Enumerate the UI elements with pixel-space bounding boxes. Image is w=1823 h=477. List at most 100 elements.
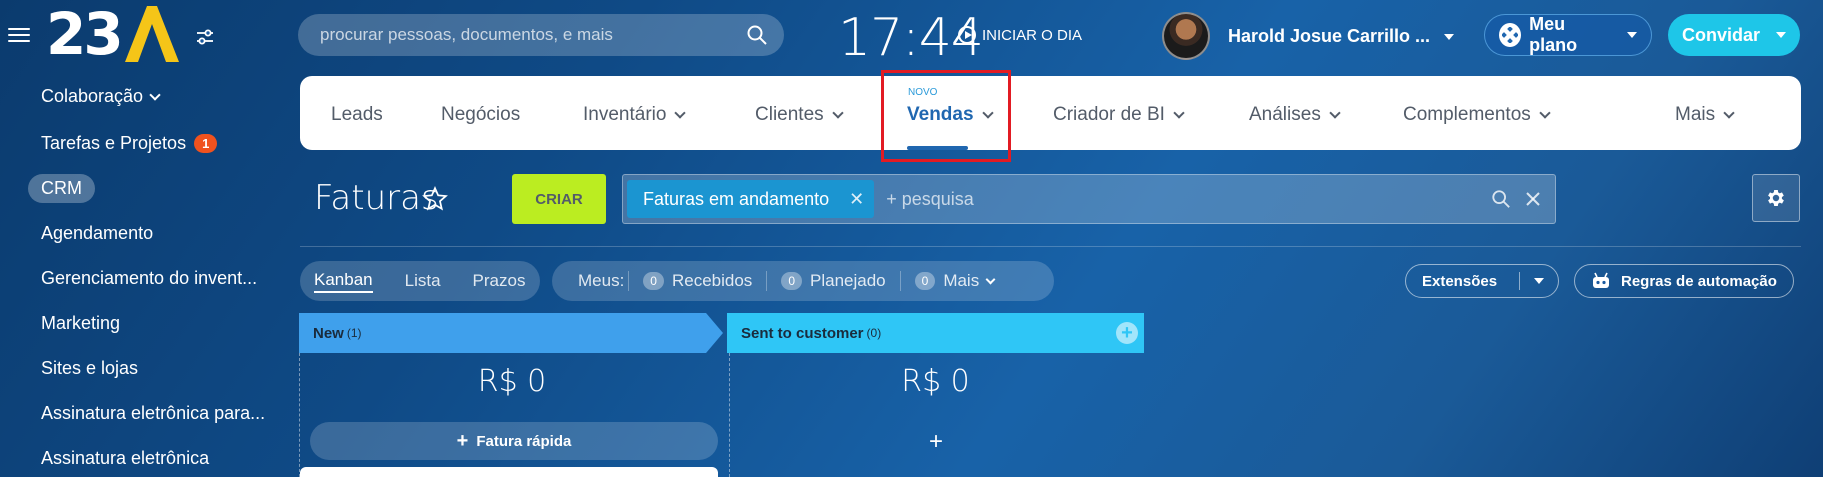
counter-label: Planejado (810, 271, 886, 290)
user-menu[interactable]: Harold Josue Carrillo ... (1228, 26, 1455, 47)
sidebar-item-inventory[interactable]: Gerenciamento do invent... (41, 268, 257, 289)
extensions-label: Extensões (1422, 272, 1498, 290)
create-button[interactable]: CRIAR (512, 174, 606, 224)
chevron-down-icon (985, 274, 996, 284)
quick-invoice-button[interactable]: + Fatura rápida (310, 422, 718, 460)
sidebar-item-label: Agendamento (41, 223, 154, 243)
counter-value: 0 (643, 272, 664, 290)
sidebar-item-label: Tarefas e Projetos (41, 133, 187, 153)
tab-deals[interactable]: Negócios (441, 104, 520, 126)
extensions-button[interactable]: Extensões (1405, 264, 1559, 298)
column-title: Sent to customer (741, 324, 864, 342)
menu-icon[interactable] (8, 24, 30, 46)
sidebar-item-label: Marketing (41, 313, 121, 333)
plus-icon: + (456, 429, 469, 452)
clear-icon[interactable] (1525, 191, 1541, 207)
sidebar-item-label: Assinatura eletrônica (41, 448, 210, 468)
kanban-card[interactable] (300, 467, 718, 477)
chevron-down-icon (1444, 33, 1455, 40)
column-sum: R$ 0 (901, 364, 970, 399)
tab-label: Leads (331, 104, 383, 125)
tab-clients[interactable]: Clientes (755, 104, 844, 126)
start-day-label: INICIAR O DIA (982, 26, 1083, 44)
user-name: Harold Josue Carrillo ... (1228, 26, 1431, 46)
counter-label: Recebidos (671, 271, 753, 290)
tab-label: Análises (1249, 104, 1321, 125)
view-kanban[interactable]: Kanban (314, 270, 373, 293)
add-item-button[interactable]: + (922, 428, 950, 456)
chevron-down-icon (1776, 32, 1786, 38)
tab-label: Clientes (755, 104, 824, 125)
search-input[interactable] (320, 25, 746, 45)
counters-label: Meus: (578, 271, 625, 290)
my-plan-button[interactable]: Meu plano (1484, 14, 1652, 56)
chevron-down-icon[interactable] (1534, 278, 1544, 284)
start-day-button[interactable]: INICIAR O DIA (958, 26, 1082, 44)
quick-invoice-label: Fatura rápida (476, 432, 572, 450)
chevron-down-icon (149, 88, 161, 101)
filter-search-input[interactable]: + pesquisa (886, 189, 1491, 210)
counter-received[interactable]: 0 Recebidos (628, 271, 766, 291)
column-count: (0) (866, 326, 882, 340)
tab-bi-builder[interactable]: Criador de BI (1053, 104, 1185, 126)
search-icon[interactable] (1491, 189, 1511, 209)
tab-more[interactable]: Mais (1675, 104, 1735, 126)
add-column-icon[interactable]: + (1116, 322, 1138, 344)
sidebar-item-label: Gerenciamento do invent... (41, 268, 258, 288)
sidebar-item-esign-hr[interactable]: Assinatura eletrônica para... (41, 403, 265, 424)
counter-value: 0 (781, 272, 802, 290)
play-icon (958, 26, 976, 44)
counter-more[interactable]: 0 Mais (899, 271, 1009, 291)
search-icon[interactable] (746, 24, 768, 46)
view-deadlines[interactable]: Prazos (473, 271, 526, 291)
logo-text: 23 (46, 0, 124, 68)
tab-addons[interactable]: Complementos (1403, 104, 1551, 126)
counter-planned[interactable]: 0 Planejado (766, 271, 899, 291)
sidebar-item-label: Assinatura eletrônica para... (41, 403, 266, 423)
filter-tag[interactable]: Faturas em andamento ✕ (627, 180, 875, 218)
invite-button[interactable]: Convidar (1668, 14, 1800, 56)
chevron-down-icon (1329, 107, 1341, 119)
star-icon[interactable] (422, 186, 448, 212)
avatar[interactable] (1162, 12, 1210, 60)
logo[interactable]: 23 (46, 4, 181, 64)
tab-label: Mais (1675, 104, 1716, 125)
chevron-down-icon (831, 107, 844, 119)
sidebar-item-crm[interactable]: CRM (28, 174, 95, 203)
filter-search-box[interactable]: Faturas em andamento ✕ + pesquisa (622, 174, 1556, 224)
kanban-column-sent-header[interactable]: Sent to customer (0) + (727, 313, 1144, 353)
sidebar-item-label: Sites e lojas (41, 358, 139, 378)
sidebar-item-esign[interactable]: Assinatura eletrônica (41, 448, 209, 469)
automation-rules-button[interactable]: Regras de automação (1574, 264, 1794, 298)
crm-nav-bar: Leads Negócios Inventário Clientes NOVO … (300, 76, 1801, 150)
plan-icon (1499, 23, 1522, 47)
tab-label: Complementos (1403, 104, 1531, 125)
sidebar-item-scheduling[interactable]: Agendamento (41, 223, 153, 244)
sidebar-item-tasks[interactable]: Tarefas e Projetos 1 (41, 133, 218, 154)
tab-label: Criador de BI (1053, 104, 1165, 125)
global-search[interactable] (298, 14, 784, 56)
invite-label: Convidar (1681, 24, 1760, 45)
chevron-down-icon (1627, 32, 1637, 38)
settings-sliders-icon[interactable] (194, 26, 216, 48)
logo-mark-icon (124, 6, 179, 62)
column-count: (1) (346, 326, 362, 340)
chevron-down-icon (674, 107, 687, 119)
chevron-down-icon (1539, 107, 1551, 119)
my-plan-label: Meu plano (1529, 14, 1578, 55)
settings-button[interactable] (1752, 174, 1800, 222)
column-title: New (313, 324, 344, 342)
kanban-column-new-header[interactable]: New (1) (299, 313, 723, 353)
tab-analytics[interactable]: Análises (1249, 104, 1341, 126)
tab-leads[interactable]: Leads (331, 104, 383, 126)
counter-value: 0 (914, 272, 936, 290)
sidebar-item-marketing[interactable]: Marketing (41, 313, 120, 334)
tab-label: Negócios (441, 104, 521, 125)
view-list[interactable]: Lista (405, 271, 441, 291)
counter-label: Mais (943, 271, 980, 290)
sidebar-item-sites[interactable]: Sites e lojas (41, 358, 138, 379)
highlight-box (881, 70, 1011, 162)
remove-filter-icon[interactable]: ✕ (849, 189, 864, 210)
sidebar-item-collaboration[interactable]: Colaboração (41, 86, 161, 107)
tab-inventory[interactable]: Inventário (583, 104, 687, 126)
